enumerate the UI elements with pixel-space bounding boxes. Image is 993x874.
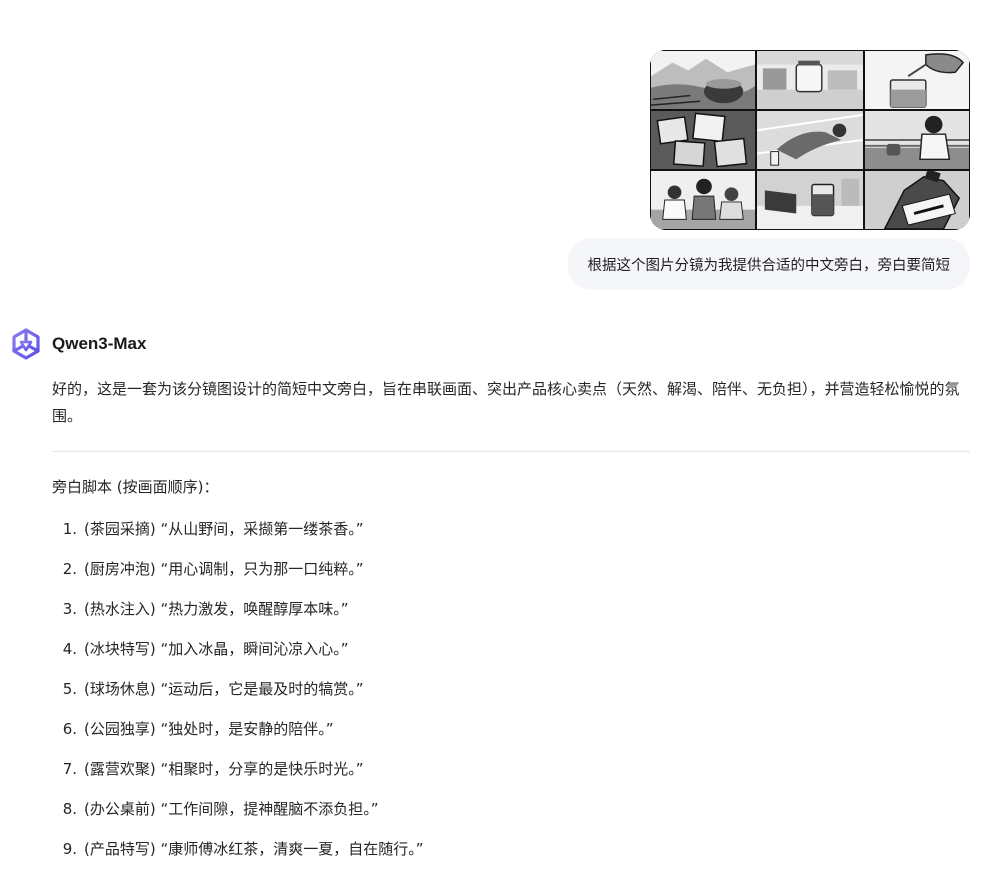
list-item-text: (公园独享) “独处时，是安静的陪伴。” xyxy=(84,719,334,738)
storyboard-panel-tea-garden xyxy=(650,50,756,110)
list-item-number: 9. xyxy=(62,839,77,858)
list-item: 3. (热水注入) “热力激发，唤醒醇厚本味。” xyxy=(52,589,972,629)
list-item: 1. (茶园采摘) “从山野间，采撷第一缕茶香。” xyxy=(52,509,972,549)
storyboard-panel-park xyxy=(864,110,970,170)
list-item-number: 3. xyxy=(62,599,77,618)
list-item-number: 5. xyxy=(62,679,77,698)
storyboard-panel-pouring xyxy=(864,50,970,110)
divider xyxy=(52,451,970,452)
storyboard-panel-product xyxy=(864,170,970,230)
list-item-text: (产品特写) “康师傅冰红茶，清爽一夏，自在随行。” xyxy=(84,839,424,858)
list-item-text: (露营欢聚) “相聚时，分享的是快乐时光。” xyxy=(84,759,364,778)
list-item: 8. (办公桌前) “工作间隙，提神醒脑不添负担。” xyxy=(52,789,972,829)
storyboard-panel-kitchen xyxy=(756,50,864,110)
list-item-text: (冰块特写) “加入冰晶，瞬间沁凉入心。” xyxy=(84,639,349,658)
assistant-intro: 好的，这是一套为该分镜图设计的简短中文旁白，旨在串联画面、突出产品核心卖点（天然… xyxy=(52,380,960,425)
list-item-number: 6. xyxy=(62,719,77,738)
list-item-text: (办公桌前) “工作间隙，提神醒脑不添负担。” xyxy=(84,799,379,818)
list-item: 9. (产品特写) “康师傅冰红茶，清爽一夏，自在随行。” xyxy=(52,829,972,869)
list-item: 6. (公园独享) “独处时，是安静的陪伴。” xyxy=(52,709,972,749)
list-item-text: (厨房冲泡) “用心调制，只为那一口纯粹。” xyxy=(84,559,364,578)
list-item-text: (球场休息) “运动后，它是最及时的犒赏。” xyxy=(84,679,364,698)
list-item-number: 4. xyxy=(62,639,77,658)
qwen-logo-icon xyxy=(12,328,40,360)
list-item-number: 8. xyxy=(62,799,77,818)
user-message-text: 根据这个图片分镜为我提供合适的中文旁白，旁白要简短 xyxy=(587,257,951,274)
storyboard-image[interactable] xyxy=(650,50,970,230)
assistant-message: 好的，这是一套为该分镜图设计的简短中文旁白，旨在串联画面、突出产品核心卖点（天然… xyxy=(52,376,972,869)
list-item: 4. (冰块特写) “加入冰晶，瞬间沁凉入心。” xyxy=(52,629,972,669)
list-item: 2. (厨房冲泡) “用心调制，只为那一口纯粹。” xyxy=(52,549,972,589)
storyboard-panel-ice xyxy=(650,110,756,170)
storyboard-panel-office xyxy=(756,170,864,230)
list-item-number: 2. xyxy=(62,559,77,578)
list-item-text: (热水注入) “热力激发，唤醒醇厚本味。” xyxy=(84,599,349,618)
user-message-bubble: 根据这个图片分镜为我提供合适的中文旁白，旁白要简短 xyxy=(567,238,970,290)
script-list: 1. (茶园采摘) “从山野间，采撷第一缕茶香。” 2. (厨房冲泡) “用心调制，… xyxy=(52,509,972,869)
list-item: 5. (球场休息) “运动后，它是最及时的犒赏。” xyxy=(52,669,972,709)
script-heading: 旁白脚本 (按画面顺序)： xyxy=(52,478,219,496)
list-item-number: 7. xyxy=(62,759,77,778)
list-item-number: 1. xyxy=(62,519,77,538)
storyboard-panel-court xyxy=(756,110,864,170)
assistant-header: Qwen3-Max xyxy=(10,327,146,361)
chat-page: 根据这个图片分镜为我提供合适的中文旁白，旁白要简短 Qwen3-Max 好的，这… xyxy=(0,0,993,874)
list-item-text: (茶园采摘) “从山野间，采撷第一缕茶香。” xyxy=(84,519,364,538)
model-name: Qwen3-Max xyxy=(52,334,147,353)
list-item: 7. (露营欢聚) “相聚时，分享的是快乐时光。” xyxy=(52,749,972,789)
storyboard-panel-camping xyxy=(650,170,756,230)
